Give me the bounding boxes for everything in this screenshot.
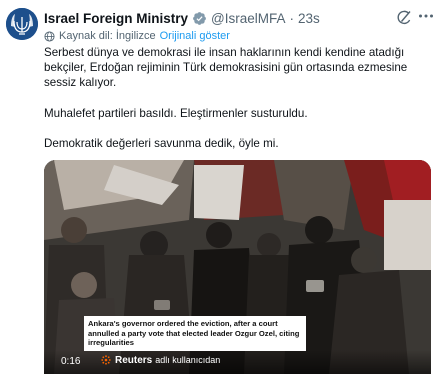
source-suffix: adlı kullanıcıdan	[155, 355, 221, 365]
reuters-logo-icon	[101, 355, 111, 365]
separator-dot: ·	[289, 10, 295, 26]
globe-icon	[44, 30, 55, 42]
reuters-name[interactable]: Reuters	[115, 355, 152, 366]
timestamp[interactable]: 23s	[298, 11, 320, 26]
tweet-paragraph: Demokratik değerleri savunma dedik, öyle…	[44, 136, 279, 150]
tweet-text: Serbest dünya ve demokrasi ile insan hak…	[44, 45, 432, 151]
grok-icon[interactable]	[396, 9, 412, 25]
video-timecode: 0:16	[61, 356, 81, 367]
author-handle[interactable]: @IsraelMFA	[211, 11, 285, 26]
tweet-paragraph: Muhalefet partileri basıldı. Eleştirmenl…	[44, 106, 308, 120]
video-source-credit[interactable]: Reuters adlı kullanıcıdan	[100, 353, 220, 367]
tweet-paragraph: Serbest dünya ve demokrasi ile insan hak…	[44, 46, 408, 90]
tweet[interactable]: Israel Foreign Ministry @IsraelMFA · 23s…	[0, 0, 436, 374]
show-original-link[interactable]: Orijinali göster	[160, 30, 230, 42]
israel-emblem-icon	[6, 8, 38, 40]
video-player[interactable]: Ankara's governor ordered the eviction, …	[44, 160, 431, 374]
tweet-header: Israel Foreign Ministry @IsraelMFA · 23s	[44, 9, 320, 27]
verified-badge-icon[interactable]	[192, 11, 207, 26]
avatar[interactable]	[6, 8, 38, 40]
translation-notice: Kaynak dil: İngilizce Orijinali göster	[44, 29, 230, 43]
translation-label: Kaynak dil: İngilizce	[59, 30, 156, 42]
more-options-icon[interactable]	[418, 13, 434, 19]
author-name[interactable]: Israel Foreign Ministry	[44, 11, 188, 26]
video-caption: Ankara's governor ordered the eviction, …	[84, 316, 306, 351]
